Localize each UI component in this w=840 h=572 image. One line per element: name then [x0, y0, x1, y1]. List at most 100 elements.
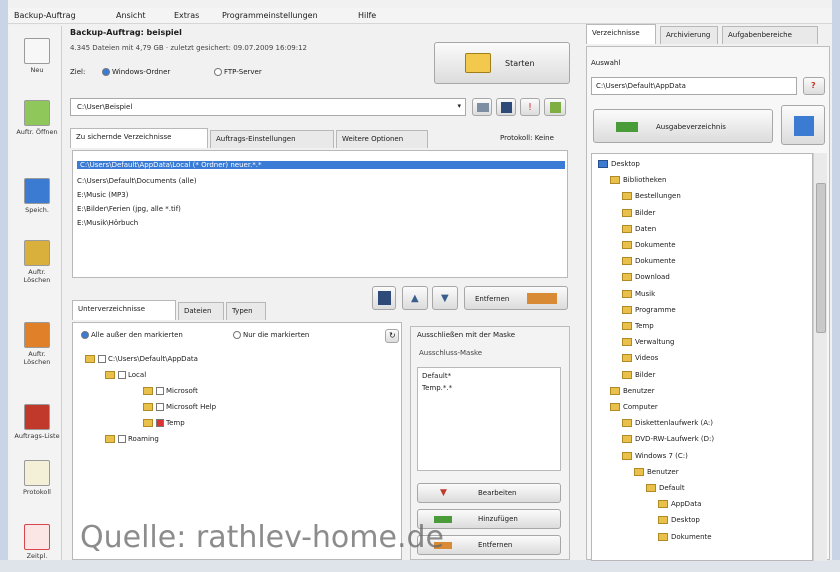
tree-node[interactable]: Temp: [622, 322, 654, 330]
drive-icon: [610, 403, 620, 411]
protocol-status: Protokoll: Keine: [500, 134, 554, 142]
browse-button[interactable]: [472, 98, 492, 116]
menu-item-job[interactable]: Backup-Auftrag: [14, 11, 76, 20]
tree-node[interactable]: Windows 7 (C:): [622, 451, 688, 460]
list-item[interactable]: C:\Users\Default\AppData\Local (* Ordner…: [77, 161, 565, 169]
folder-icon: [658, 500, 668, 509]
tree-node[interactable]: Benutzer: [610, 386, 655, 395]
toolbar-schedule-button[interactable]: Zeitpl.: [14, 516, 60, 572]
tree-node[interactable]: DVD-RW-Laufwerk (D:): [622, 435, 714, 444]
tree-node[interactable]: Computer: [610, 403, 658, 411]
remove-job-icon: [24, 322, 50, 348]
edit-icon: [378, 291, 391, 305]
radio-only-marked[interactable]: Nur die markierten: [233, 331, 309, 339]
tree-node[interactable]: Bilder: [622, 370, 655, 379]
tree-node[interactable]: Musik: [622, 289, 655, 298]
tree-node[interactable]: Daten: [622, 224, 656, 233]
tree-node[interactable]: Bibliotheken: [610, 176, 666, 185]
tree-node[interactable]: Roaming: [105, 435, 159, 443]
edit-dir-button[interactable]: [372, 286, 396, 310]
radio-ftp-server[interactable]: FTP-Server: [214, 68, 262, 76]
folder-icon: [622, 305, 632, 314]
drive-icon: [598, 160, 608, 168]
radio-windows-folder[interactable]: Windows-Ordner: [102, 68, 170, 76]
start-button[interactable]: Starten: [434, 42, 570, 84]
folder-tree-scrollbar[interactable]: [813, 153, 827, 561]
list-item[interactable]: Temp.*.*: [422, 384, 452, 392]
radio-all-except[interactable]: Alle außer den markierten: [81, 331, 183, 339]
tree-node[interactable]: Dokumente: [658, 532, 712, 541]
tab-tasks[interactable]: Aufgabenbereiche: [722, 26, 818, 44]
target-label: Ziel:: [70, 68, 86, 76]
tree-node[interactable]: Verwaltung: [622, 338, 674, 347]
left-toolbar: Neu Auftr. Öffnen Speich. Auftr. Löschen…: [10, 26, 62, 560]
list-item[interactable]: C:\Users\Default\Documents (alle): [77, 177, 197, 185]
new-job-icon: [24, 38, 50, 64]
tab-directories-right[interactable]: Verzeichnisse: [586, 24, 656, 44]
folder-tree: Desktop Bibliotheken Bestellungen Bilder Dat…: [591, 153, 813, 561]
tree-node[interactable]: Default: [646, 484, 685, 492]
toolbar-delete-button[interactable]: Auftr. Löschen: [14, 232, 60, 288]
tree-node[interactable]: Programme: [622, 305, 676, 314]
remove-path-button[interactable]: !: [520, 98, 540, 116]
main-tabs: Zu sichernde Verzeichnisse Auftrags-Eins…: [70, 128, 570, 150]
edit-mask-button[interactable]: ▼ Bearbeiten: [417, 483, 561, 503]
tab-more-options[interactable]: Weitere Optionen: [336, 130, 428, 148]
scrollbar-thumb[interactable]: [816, 183, 826, 333]
tree-node[interactable]: Desktop: [598, 160, 640, 168]
tree-node[interactable]: Microsoft: [143, 387, 198, 395]
copy-path-button[interactable]: [496, 98, 516, 116]
list-item[interactable]: E:\Musik\Hörbuch: [77, 219, 138, 227]
tree-node[interactable]: Bestellungen: [622, 192, 681, 201]
tree-node[interactable]: Temp: [143, 419, 185, 427]
list-item[interactable]: Default*: [422, 372, 451, 380]
tree-node[interactable]: Desktop: [658, 516, 700, 525]
tab-subdirectories[interactable]: Unterverzeichnisse: [72, 300, 176, 320]
menu-item-help[interactable]: Hilfe: [358, 11, 376, 20]
job-summary: 4.345 Dateien mit 4,79 GB · zuletzt gesi…: [70, 44, 307, 52]
tab-job-settings[interactable]: Auftrags-Einstellungen: [210, 130, 334, 148]
move-down-button[interactable]: ▼: [432, 286, 458, 310]
menu-item-settings[interactable]: Programmeinstellungen: [222, 11, 318, 20]
tab-files[interactable]: Dateien: [178, 302, 224, 320]
move-up-button[interactable]: ▲: [402, 286, 428, 310]
remove-dir-button[interactable]: Entfernen: [464, 286, 568, 310]
toolbar-save-button[interactable]: Speich.: [14, 170, 60, 226]
tree-node[interactable]: Local: [105, 371, 146, 379]
selection-path-input[interactable]: C:\Users\Default\AppData: [591, 77, 797, 95]
tree-node[interactable]: Benutzer: [634, 467, 679, 476]
list-item[interactable]: E:\Bilder\Ferien (jpg, alle *.tif): [77, 205, 181, 213]
tree-node[interactable]: Download: [622, 273, 670, 282]
help-button[interactable]: ?: [803, 77, 825, 95]
toolbar-open-button[interactable]: Auftr. Öffnen: [14, 92, 60, 148]
tree-node[interactable]: Diskettenlaufwerk (A:): [622, 419, 713, 428]
toolbar-joblist-button[interactable]: Auftrags-Liste: [14, 396, 60, 452]
filter-refresh-button[interactable]: ↻: [385, 329, 399, 343]
toolbar-remove-button[interactable]: Auftr. Löschen: [14, 314, 60, 370]
list-item[interactable]: E:\Music (MP3): [77, 191, 128, 199]
tree-node[interactable]: AppData: [658, 500, 701, 509]
refresh-path-button[interactable]: [544, 98, 566, 116]
open-job-icon: [24, 100, 50, 126]
tree-node[interactable]: Videos: [622, 354, 658, 363]
copy-icon: [501, 102, 512, 113]
tree-node[interactable]: Bilder: [622, 208, 655, 217]
tree-node[interactable]: Dokumente: [622, 257, 676, 266]
tab-types[interactable]: Typen: [226, 302, 266, 320]
network-button[interactable]: [781, 105, 825, 145]
tree-node[interactable]: Dokumente: [622, 241, 676, 249]
menu-item-extras[interactable]: Extras: [174, 11, 199, 20]
tree-node[interactable]: Microsoft Help: [143, 403, 216, 411]
toolbar-new-button[interactable]: Neu: [14, 30, 60, 86]
output-dir-button[interactable]: Ausgabeverzeichnis: [593, 109, 773, 143]
job-title: Backup-Auftrag: beispiel: [70, 28, 182, 37]
path-input[interactable]: C:\User\Beispiel ▾: [70, 98, 466, 116]
tab-archive[interactable]: Archivierung: [660, 26, 718, 44]
tree-node[interactable]: C:\Users\Default\AppData: [85, 355, 198, 363]
menu-item-view[interactable]: Ansicht: [116, 11, 146, 20]
tab-directories[interactable]: Zu sichernde Verzeichnisse: [70, 128, 208, 148]
toolbar-protocol-button[interactable]: Protokoll: [14, 452, 60, 508]
folder-icon: [658, 532, 668, 541]
arrow-down-icon: ▼: [441, 293, 449, 304]
chevron-down-icon[interactable]: ▾: [457, 102, 461, 110]
